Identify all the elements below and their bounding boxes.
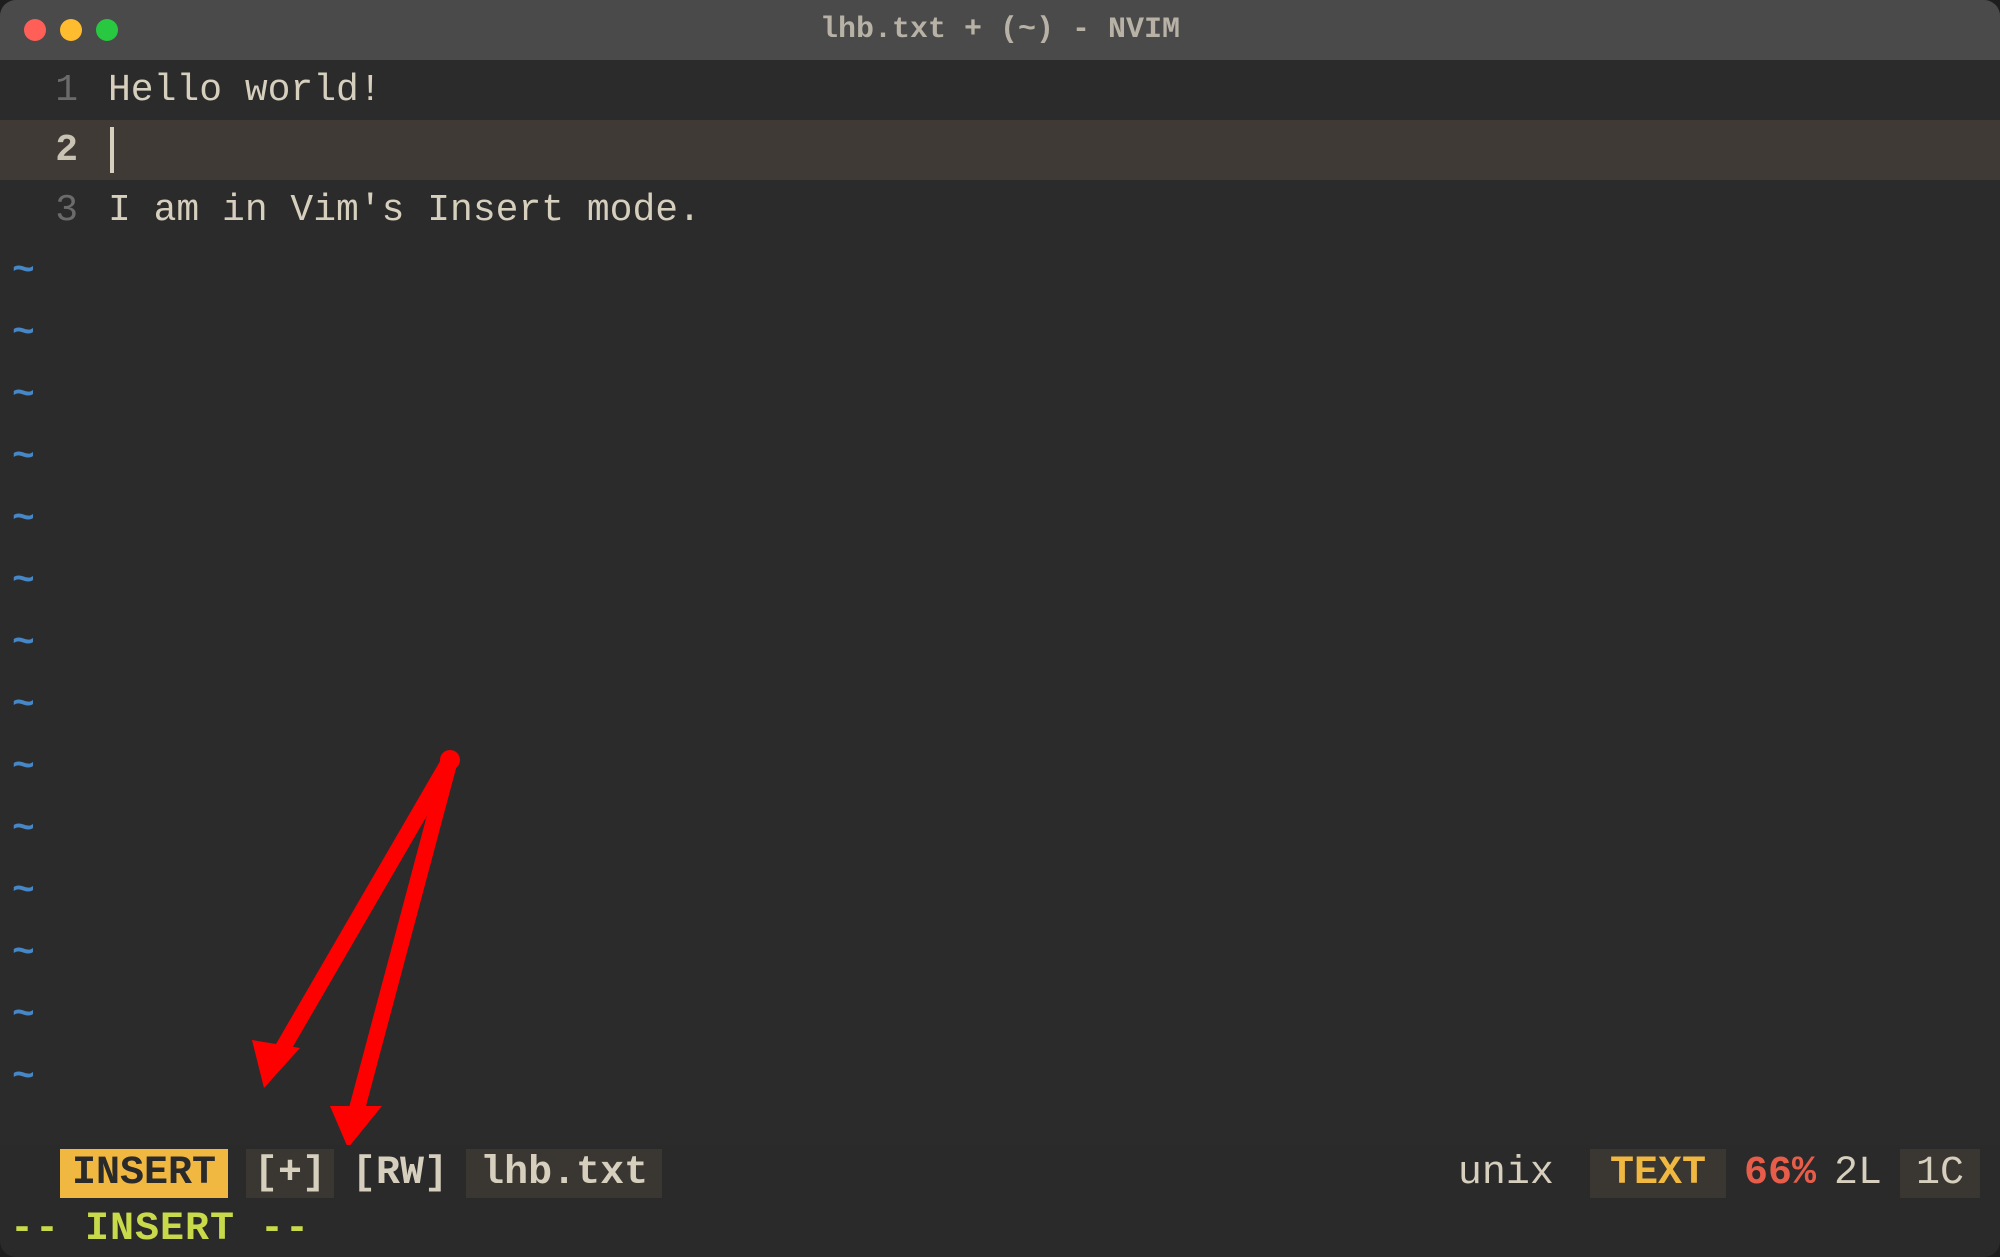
editor-area[interactable]: 1 Hello world! 2 3 I am in Vim's Insert … — [0, 60, 2000, 1145]
tilde-icon: ~ — [12, 994, 35, 1037]
window-title: lhb.txt + (~) - NVIM — [20, 13, 1980, 47]
empty-line: ~ — [0, 612, 2000, 674]
line-text[interactable]: Hello world! — [100, 69, 2000, 112]
line-number: 2 — [0, 129, 100, 172]
tilde-icon: ~ — [12, 436, 35, 479]
mode-message: -- INSERT -- — [10, 1207, 310, 1252]
command-line[interactable]: -- INSERT -- — [0, 1201, 2000, 1257]
empty-line: ~ — [0, 922, 2000, 984]
empty-line: ~ — [0, 426, 2000, 488]
empty-line: ~ — [0, 488, 2000, 550]
modified-indicator: [+] — [246, 1149, 334, 1198]
tilde-icon: ~ — [12, 312, 35, 355]
editor-line-current[interactable]: 2 — [0, 120, 2000, 180]
empty-line: ~ — [0, 550, 2000, 612]
cursor — [110, 127, 114, 173]
maximize-button[interactable] — [96, 19, 118, 41]
empty-line: ~ — [0, 674, 2000, 736]
titlebar: lhb.txt + (~) - NVIM — [0, 0, 2000, 60]
empty-line: ~ — [0, 736, 2000, 798]
tilde-icon: ~ — [12, 932, 35, 975]
empty-line: ~ — [0, 302, 2000, 364]
tilde-icon: ~ — [12, 1056, 35, 1099]
minimize-button[interactable] — [60, 19, 82, 41]
tilde-icon: ~ — [12, 870, 35, 913]
readwrite-indicator: [RW] — [352, 1151, 448, 1196]
tilde-icon: ~ — [12, 684, 35, 727]
editor-line[interactable]: 3 I am in Vim's Insert mode. — [0, 180, 2000, 240]
filename: lhb.txt — [466, 1149, 662, 1198]
line-number: 1 — [0, 69, 100, 112]
traffic-lights — [24, 19, 118, 41]
filetype: TEXT — [1590, 1149, 1726, 1198]
statusline: INSERT [+] [RW] lhb.txt unix TEXT 66% 2L… — [0, 1145, 2000, 1201]
tilde-icon: ~ — [12, 250, 35, 293]
tilde-icon: ~ — [12, 746, 35, 789]
mode-indicator: INSERT — [60, 1149, 228, 1198]
line-text[interactable] — [100, 127, 2000, 173]
tilde-icon: ~ — [12, 374, 35, 417]
tilde-icon: ~ — [12, 560, 35, 603]
fileformat: unix — [1458, 1151, 1554, 1196]
column-position: 1C — [1900, 1149, 1980, 1198]
tilde-icon: ~ — [12, 622, 35, 665]
terminal-window: lhb.txt + (~) - NVIM 1 Hello world! 2 3 … — [0, 0, 2000, 1257]
tilde-icon: ~ — [12, 498, 35, 541]
empty-line: ~ — [0, 240, 2000, 302]
empty-line: ~ — [0, 860, 2000, 922]
line-count: 2L — [1834, 1151, 1882, 1196]
tilde-icon: ~ — [12, 808, 35, 851]
editor-line[interactable]: 1 Hello world! — [0, 60, 2000, 120]
line-text[interactable]: I am in Vim's Insert mode. — [100, 189, 2000, 232]
empty-line: ~ — [0, 984, 2000, 1046]
line-number: 3 — [0, 189, 100, 232]
empty-line: ~ — [0, 1046, 2000, 1108]
scroll-percent: 66% — [1744, 1151, 1816, 1196]
close-button[interactable] — [24, 19, 46, 41]
empty-line: ~ — [0, 798, 2000, 860]
empty-line: ~ — [0, 364, 2000, 426]
